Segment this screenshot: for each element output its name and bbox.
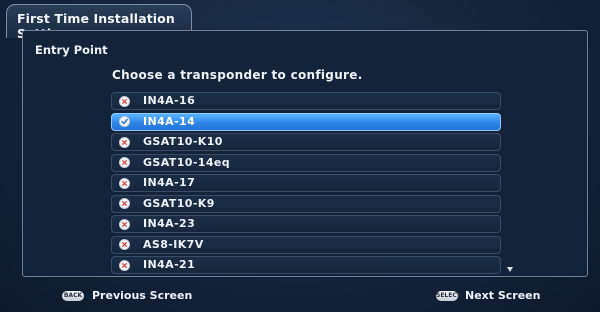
panel-heading: Entry Point <box>35 43 108 57</box>
transponder-item[interactable]: IN4A-23 <box>111 215 501 233</box>
transponder-label: IN4A-16 <box>143 94 196 107</box>
transponder-label: IN4A-14 <box>143 114 196 128</box>
x-icon <box>119 218 130 230</box>
transponder-item[interactable]: AS8-IK7V <box>111 235 501 254</box>
transponder-label: IN4A-21 <box>143 258 196 271</box>
transponder-label: IN4A-17 <box>143 176 196 189</box>
transponder-item[interactable]: GSAT10-K10 <box>111 133 501 151</box>
check-icon <box>119 116 130 127</box>
transponder-label: AS8-IK7V <box>143 237 204 251</box>
next-screen-button[interactable]: SELECT Next Screen <box>436 289 540 303</box>
transponder-item[interactable]: IN4A-21 <box>111 256 501 274</box>
x-icon <box>119 136 130 148</box>
x-icon <box>119 259 130 271</box>
x-icon <box>119 198 130 209</box>
transponder-item[interactable]: IN4A-17 <box>111 174 501 192</box>
x-icon <box>119 95 130 107</box>
scroll-down-arrow-icon[interactable] <box>507 267 513 272</box>
transponder-list: IN4A-16 IN4A-14 GSAT10-K10 GSAT10-14eq I… <box>111 92 501 277</box>
transponder-label: GSAT10-K9 <box>143 196 215 210</box>
x-icon <box>119 157 130 168</box>
select-key-icon: SELECT <box>436 291 461 301</box>
transponder-item[interactable]: GSAT10-K9 <box>111 194 501 213</box>
next-screen-label: Next Screen <box>465 289 541 302</box>
instruction-text: Choose a transponder to configure. <box>112 68 363 82</box>
x-icon <box>119 239 130 250</box>
transponder-item[interactable]: GSAT10-14eq <box>111 153 501 172</box>
transponder-label: GSAT10-14eq <box>143 155 231 169</box>
transponder-label: IN4A-23 <box>143 217 196 230</box>
x-icon <box>119 177 130 189</box>
previous-screen-button[interactable]: BACK Previous Screen <box>62 289 192 303</box>
transponder-item[interactable]: IN4A-16 <box>111 92 501 110</box>
transponder-label: GSAT10-K10 <box>143 135 223 148</box>
transponder-item[interactable]: IN4A-14 <box>111 112 501 131</box>
previous-screen-label: Previous Screen <box>92 289 193 302</box>
back-key-icon: BACK <box>62 291 84 301</box>
